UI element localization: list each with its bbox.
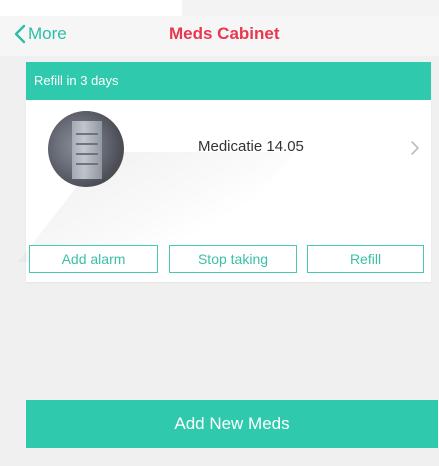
chevron-left-icon — [14, 24, 28, 44]
navigation-bar: More Meds Cabinet — [0, 16, 439, 56]
package-stripe — [76, 143, 98, 145]
medication-name: Medicatie 14.05 — [198, 138, 304, 155]
page-title: Meds Cabinet — [169, 24, 280, 43]
medication-row[interactable]: Medicatie 14.05 — [26, 100, 431, 232]
package-stripe — [76, 133, 98, 135]
refill-button[interactable]: Refill — [307, 245, 424, 273]
card-body: Medicatie 14.05 Add alarm Stop taking Re… — [18, 100, 431, 282]
add-alarm-button[interactable]: Add alarm — [29, 245, 158, 273]
top-strip-right — [182, 0, 439, 16]
add-new-meds-button[interactable]: Add New Meds — [26, 400, 438, 448]
chevron-right-icon — [410, 140, 420, 161]
top-strip-left — [0, 0, 182, 16]
medication-card: Refill in 3 days Medicatie 14.05 Add ala… — [18, 62, 431, 282]
medication-package-image — [72, 121, 102, 179]
back-button[interactable]: More — [14, 24, 67, 44]
card-actions: Add alarm Stop taking Refill — [26, 245, 431, 275]
package-stripe — [76, 163, 98, 165]
stop-taking-button[interactable]: Stop taking — [169, 245, 297, 273]
refill-banner: Refill in 3 days — [26, 62, 431, 100]
medication-photo — [48, 111, 124, 187]
package-stripe — [76, 153, 98, 155]
top-strip — [0, 0, 439, 16]
back-label: More — [28, 24, 67, 43]
